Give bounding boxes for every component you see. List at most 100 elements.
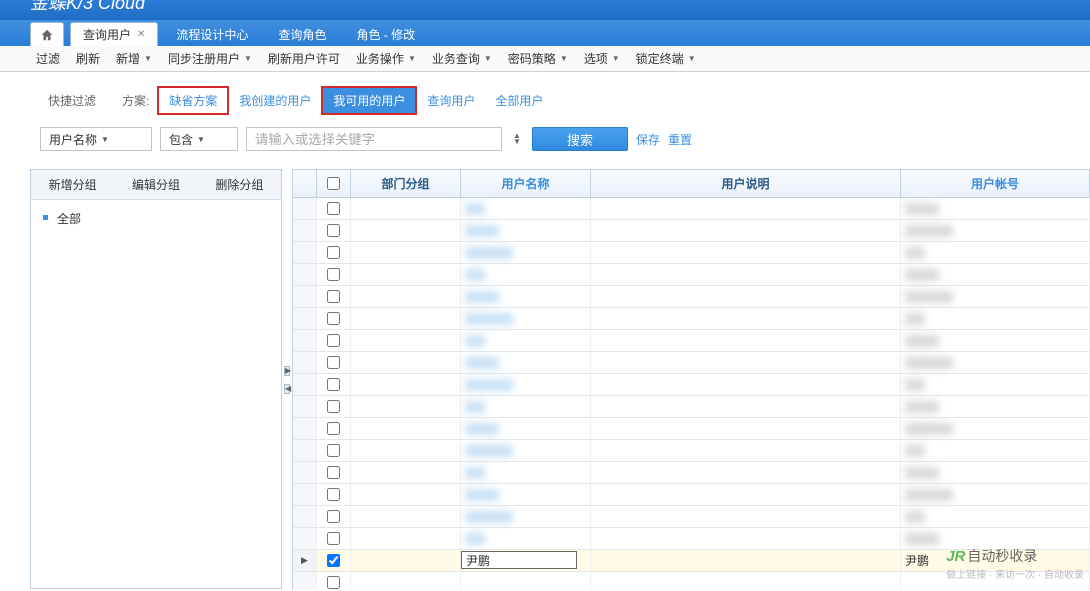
scheme-available[interactable]: 我可用的用户 (323, 88, 415, 113)
splitter[interactable]: ▶ ◀ (282, 169, 292, 590)
table-row[interactable] (293, 198, 1090, 220)
table-row[interactable] (293, 330, 1090, 352)
tab-query-user[interactable]: 查询用户 ✕ (70, 22, 158, 46)
col-checkbox[interactable] (317, 170, 351, 197)
cell-username[interactable] (461, 198, 591, 219)
table-row[interactable] (293, 352, 1090, 374)
row-checkbox-cell[interactable] (317, 440, 351, 461)
scheme-created-by-me[interactable]: 我创建的用户 (229, 88, 321, 113)
keyword-input[interactable] (246, 127, 502, 151)
row-checkbox-cell[interactable] (317, 418, 351, 439)
table-row[interactable] (293, 308, 1090, 330)
col-userdesc[interactable]: 用户说明 (591, 170, 901, 197)
row-checkbox[interactable] (327, 510, 340, 523)
cell-username[interactable] (461, 396, 591, 417)
tab-query-role[interactable]: 查询角色 (266, 22, 338, 46)
sync-users-button[interactable]: 同步注册用户▼ (162, 48, 258, 69)
col-useracct[interactable]: 用户帐号 (901, 170, 1090, 197)
row-checkbox[interactable] (327, 290, 340, 303)
home-tab[interactable] (30, 22, 64, 46)
cell-username[interactable] (461, 242, 591, 263)
options-button[interactable]: 选项▼ (578, 48, 626, 69)
search-button[interactable]: 搜索 (532, 127, 628, 151)
col-username[interactable]: 用户名称 (461, 170, 591, 197)
cell-username[interactable] (461, 440, 591, 461)
row-checkbox[interactable] (327, 268, 340, 281)
row-checkbox[interactable] (327, 202, 340, 215)
table-row[interactable] (293, 462, 1090, 484)
scheme-query-user[interactable]: 查询用户 (417, 88, 485, 113)
delete-group-button[interactable]: 删除分组 (198, 170, 281, 199)
row-checkbox[interactable] (327, 356, 340, 369)
refresh-button[interactable]: 刷新 (70, 48, 106, 69)
row-checkbox[interactable] (327, 334, 340, 347)
row-checkbox[interactable] (327, 378, 340, 391)
row-checkbox[interactable] (327, 422, 340, 435)
cell-username[interactable] (461, 264, 591, 285)
table-row[interactable] (293, 440, 1090, 462)
row-checkbox-cell[interactable] (317, 330, 351, 351)
row-checkbox[interactable] (327, 554, 340, 567)
biz-query-button[interactable]: 业务查询▼ (426, 48, 498, 69)
refresh-license-button[interactable]: 刷新用户许可 (262, 48, 346, 69)
table-row[interactable] (293, 242, 1090, 264)
close-icon[interactable]: ✕ (137, 29, 145, 40)
new-button[interactable]: 新增▼ (110, 48, 158, 69)
row-checkbox-cell[interactable] (317, 506, 351, 527)
row-checkbox-cell[interactable] (317, 352, 351, 373)
row-checkbox-cell[interactable] (317, 308, 351, 329)
row-checkbox-cell[interactable] (317, 572, 351, 590)
cell-username[interactable] (461, 528, 591, 549)
row-checkbox-cell[interactable] (317, 484, 351, 505)
table-row[interactable] (293, 484, 1090, 506)
cell-username[interactable] (461, 352, 591, 373)
biz-ops-button[interactable]: 业务操作▼ (350, 48, 422, 69)
operator-combo[interactable]: 包含▼ (160, 127, 238, 151)
row-checkbox[interactable] (327, 400, 340, 413)
table-row[interactable] (293, 374, 1090, 396)
lock-terminal-button[interactable]: 锁定终端▼ (630, 48, 702, 69)
scheme-default[interactable]: 缺省方案 (157, 86, 229, 115)
row-checkbox-cell[interactable] (317, 550, 351, 571)
row-checkbox-cell[interactable] (317, 286, 351, 307)
row-checkbox[interactable] (327, 532, 340, 545)
splitter-right-icon[interactable]: ▶ (284, 366, 290, 376)
filter-button[interactable]: 过滤 (30, 48, 66, 69)
row-checkbox[interactable] (327, 312, 340, 325)
row-checkbox[interactable] (327, 224, 340, 237)
cell-username[interactable] (461, 572, 591, 590)
table-row[interactable] (293, 286, 1090, 308)
pwd-policy-button[interactable]: 密码策略▼ (502, 48, 574, 69)
table-row[interactable] (293, 418, 1090, 440)
tree-item-all[interactable]: 全部 (43, 208, 269, 229)
row-checkbox-cell[interactable] (317, 242, 351, 263)
cell-username[interactable] (461, 374, 591, 395)
username-edit-cell[interactable]: 尹鹏 (461, 551, 577, 569)
row-checkbox[interactable] (327, 466, 340, 479)
row-checkbox-cell[interactable] (317, 374, 351, 395)
edit-group-button[interactable]: 编辑分组 (114, 170, 197, 199)
cell-username[interactable] (461, 506, 591, 527)
new-group-button[interactable]: 新增分组 (31, 170, 114, 199)
tab-workflow-center[interactable]: 流程设计中心 (164, 22, 260, 46)
table-row[interactable] (293, 506, 1090, 528)
row-checkbox-cell[interactable] (317, 396, 351, 417)
splitter-left-icon[interactable]: ◀ (284, 384, 290, 394)
table-row[interactable] (293, 220, 1090, 242)
cell-username[interactable] (461, 308, 591, 329)
cell-username[interactable] (461, 418, 591, 439)
row-checkbox[interactable] (327, 246, 340, 259)
tab-role-edit[interactable]: 角色 - 修改 (344, 22, 427, 46)
reset-link[interactable]: 重置 (668, 131, 692, 148)
cell-username[interactable] (461, 462, 591, 483)
cell-username[interactable] (461, 484, 591, 505)
field-combo[interactable]: 用户名称▼ (40, 127, 152, 151)
col-dept[interactable]: 部门分组 (351, 170, 461, 197)
cell-username[interactable] (461, 220, 591, 241)
row-checkbox-cell[interactable] (317, 462, 351, 483)
select-all-checkbox[interactable] (327, 177, 340, 190)
table-row[interactable] (293, 264, 1090, 286)
row-checkbox[interactable] (327, 444, 340, 457)
row-checkbox[interactable] (327, 576, 340, 589)
row-checkbox-cell[interactable] (317, 528, 351, 549)
